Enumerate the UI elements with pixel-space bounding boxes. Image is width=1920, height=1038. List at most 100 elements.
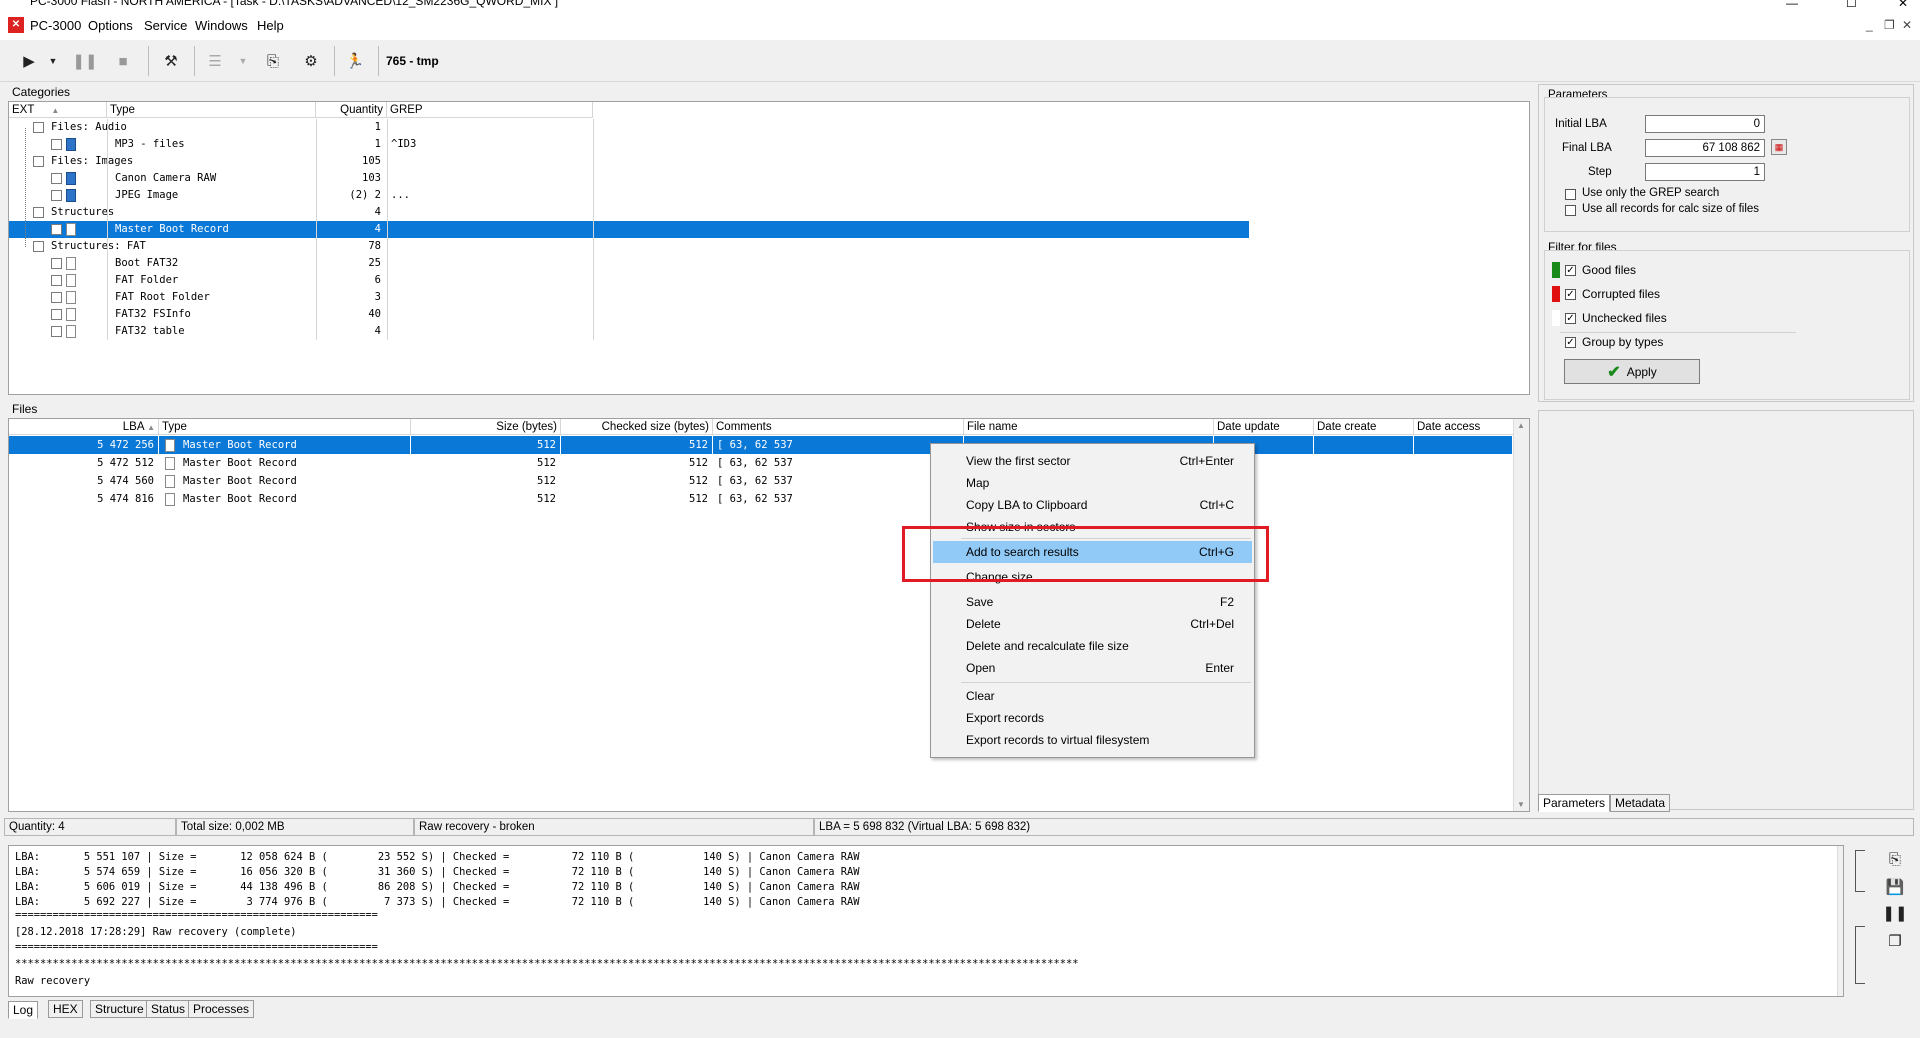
log-save-icon[interactable]: 💾 bbox=[1882, 874, 1908, 900]
col-date-access-header[interactable]: Date access bbox=[1414, 419, 1514, 435]
category-row[interactable]: Structures: FAT 78 bbox=[9, 238, 1249, 255]
play-icon[interactable]: ▶ bbox=[16, 48, 42, 74]
category-checkbox[interactable] bbox=[51, 190, 62, 201]
category-row[interactable]: Files: Audio 1 bbox=[9, 119, 1249, 136]
category-checkbox[interactable] bbox=[51, 326, 62, 337]
category-checkbox[interactable] bbox=[51, 258, 62, 269]
category-checkbox[interactable] bbox=[33, 122, 44, 133]
menu-pc3000[interactable]: PC-3000 bbox=[30, 18, 81, 33]
corrupted-files-checkbox[interactable]: ✓ bbox=[1565, 289, 1576, 300]
category-row[interactable]: Canon Camera RAW 103 bbox=[9, 170, 1249, 187]
context-menu-item[interactable]: Export records bbox=[933, 707, 1252, 729]
play-dropdown-icon[interactable]: ▼ bbox=[46, 48, 60, 74]
context-menu-item[interactable]: Map bbox=[933, 472, 1252, 494]
col-size-header[interactable]: Size (bytes) bbox=[411, 419, 561, 435]
context-menu-item[interactable]: Delete and recalculate file size bbox=[933, 635, 1252, 657]
category-row[interactable]: FAT Root Folder 3 bbox=[9, 289, 1249, 306]
stop-icon[interactable]: ■ bbox=[110, 48, 136, 74]
category-checkbox[interactable] bbox=[51, 309, 62, 320]
toolbar-separator bbox=[378, 46, 379, 76]
category-checkbox[interactable] bbox=[33, 241, 44, 252]
category-row[interactable]: JPEG Image (2) 2... bbox=[9, 187, 1249, 204]
category-checkbox[interactable] bbox=[51, 275, 62, 286]
context-menu-item[interactable]: Delete Ctrl+Del bbox=[933, 613, 1252, 635]
step-field[interactable]: 1 bbox=[1645, 163, 1765, 181]
maximize-icon[interactable]: ☐ bbox=[1846, 0, 1857, 10]
col-comments-header[interactable]: Comments bbox=[713, 419, 964, 435]
category-checkbox[interactable] bbox=[51, 224, 62, 235]
col-lba-header[interactable]: LBA ▲ bbox=[9, 419, 159, 435]
category-row[interactable]: Structures 4 bbox=[9, 204, 1249, 221]
list-dropdown-icon[interactable]: ▼ bbox=[236, 48, 250, 74]
close-icon[interactable]: ✕ bbox=[1898, 0, 1908, 10]
files-scrollbar[interactable]: ▲ ▼ bbox=[1513, 419, 1529, 811]
final-lba-field[interactable]: 67 108 862 bbox=[1645, 139, 1765, 157]
col-date-create-header[interactable]: Date create bbox=[1314, 419, 1414, 435]
log-copy-icon[interactable]: ❐ bbox=[1882, 928, 1908, 954]
col-type-header[interactable]: Type bbox=[107, 102, 316, 118]
all-records-checkbox[interactable] bbox=[1565, 205, 1576, 216]
status-recovery: Raw recovery - broken bbox=[414, 818, 814, 836]
category-row[interactable]: Boot FAT32 25 bbox=[9, 255, 1249, 272]
col-filename-header[interactable]: File name bbox=[964, 419, 1214, 435]
mdi-restore-icon[interactable]: ❐ bbox=[1884, 18, 1895, 32]
list-icon[interactable]: ☰ bbox=[202, 48, 228, 74]
menu-windows[interactable]: Windows bbox=[195, 18, 248, 33]
col-date-update-header[interactable]: Date update bbox=[1214, 419, 1314, 435]
grep-only-checkbox[interactable] bbox=[1565, 189, 1576, 200]
category-row[interactable]: Files: Images 105 bbox=[9, 153, 1249, 170]
context-menu-item[interactable]: Copy LBA to Clipboard Ctrl+C bbox=[933, 494, 1252, 516]
category-checkbox[interactable] bbox=[51, 173, 62, 184]
category-row[interactable]: FAT Folder 6 bbox=[9, 272, 1249, 289]
mdi-close-icon[interactable]: ✕ bbox=[1902, 18, 1912, 32]
context-menu-item[interactable]: Open Enter bbox=[933, 657, 1252, 679]
col-ext-header[interactable]: EXT ▲ bbox=[9, 102, 107, 118]
tab-log[interactable]: Log bbox=[8, 1001, 39, 1019]
category-row[interactable]: FAT32 table 4 bbox=[9, 323, 1249, 340]
tab-parameters[interactable]: Parameters bbox=[1538, 794, 1611, 812]
col-quantity-header[interactable]: Quantity bbox=[316, 102, 387, 118]
context-menu-item[interactable]: Export records to virtual filesystem bbox=[933, 729, 1252, 751]
context-menu-item[interactable]: Clear bbox=[933, 685, 1252, 707]
scroll-down-icon[interactable]: ▼ bbox=[1517, 800, 1525, 809]
menu-help[interactable]: Help bbox=[257, 18, 284, 33]
tab-structure[interactable]: Structure bbox=[90, 1000, 149, 1018]
category-quantity: 1 bbox=[374, 138, 381, 150]
col-type-header[interactable]: Type bbox=[159, 419, 411, 435]
category-checkbox[interactable] bbox=[51, 139, 62, 150]
mdi-minimize-icon[interactable]: _ bbox=[1866, 18, 1873, 32]
tab-hex[interactable]: HEX bbox=[48, 1000, 83, 1018]
unchecked-files-checkbox[interactable]: ✓ bbox=[1565, 313, 1576, 324]
tab-status[interactable]: Status bbox=[146, 1000, 191, 1018]
runner-icon[interactable]: 🏃 bbox=[342, 48, 368, 74]
tab-processes[interactable]: Processes bbox=[188, 1000, 255, 1018]
menu-options[interactable]: Options bbox=[88, 18, 133, 33]
category-row[interactable]: Master Boot Record 4 bbox=[9, 221, 1249, 238]
export-icon[interactable]: ⎘ bbox=[260, 48, 286, 74]
tools-icon[interactable]: ⚒ bbox=[158, 48, 184, 74]
context-menu-item[interactable]: View the first sector Ctrl+Enter bbox=[933, 450, 1252, 472]
scroll-up-icon[interactable]: ▲ bbox=[1517, 421, 1525, 430]
col-grep-header[interactable]: GREP bbox=[387, 102, 593, 118]
pause-icon[interactable]: ❚❚ bbox=[72, 48, 98, 74]
category-checkbox[interactable] bbox=[33, 156, 44, 167]
calendar-icon[interactable]: ▦ bbox=[1771, 139, 1787, 155]
file-type-icon bbox=[66, 257, 76, 270]
settings-icon[interactable]: ⚙ bbox=[298, 48, 324, 74]
log-scrollbar[interactable] bbox=[1837, 846, 1843, 996]
good-files-checkbox[interactable]: ✓ bbox=[1565, 265, 1576, 276]
tab-metadata[interactable]: Metadata bbox=[1610, 794, 1671, 812]
log-export-icon[interactable]: ⎘ bbox=[1882, 846, 1908, 872]
menu-service[interactable]: Service bbox=[144, 18, 187, 33]
category-row[interactable]: FAT32 FSInfo 40 bbox=[9, 306, 1249, 323]
minimize-icon[interactable]: — bbox=[1786, 0, 1798, 10]
category-row[interactable]: MP3 - files 1 ^ID3 bbox=[9, 136, 1249, 153]
group-by-types-checkbox[interactable]: ✓ bbox=[1565, 337, 1576, 348]
log-pause-icon[interactable]: ❚❚ bbox=[1882, 900, 1908, 926]
initial-lba-field[interactable]: 0 bbox=[1645, 115, 1765, 133]
context-menu-item[interactable]: Save F2 bbox=[933, 591, 1252, 613]
category-checkbox[interactable] bbox=[51, 292, 62, 303]
category-checkbox[interactable] bbox=[33, 207, 44, 218]
apply-button[interactable]: ✔ Apply bbox=[1564, 359, 1700, 384]
col-checked-size-header[interactable]: Checked size (bytes) bbox=[561, 419, 713, 435]
